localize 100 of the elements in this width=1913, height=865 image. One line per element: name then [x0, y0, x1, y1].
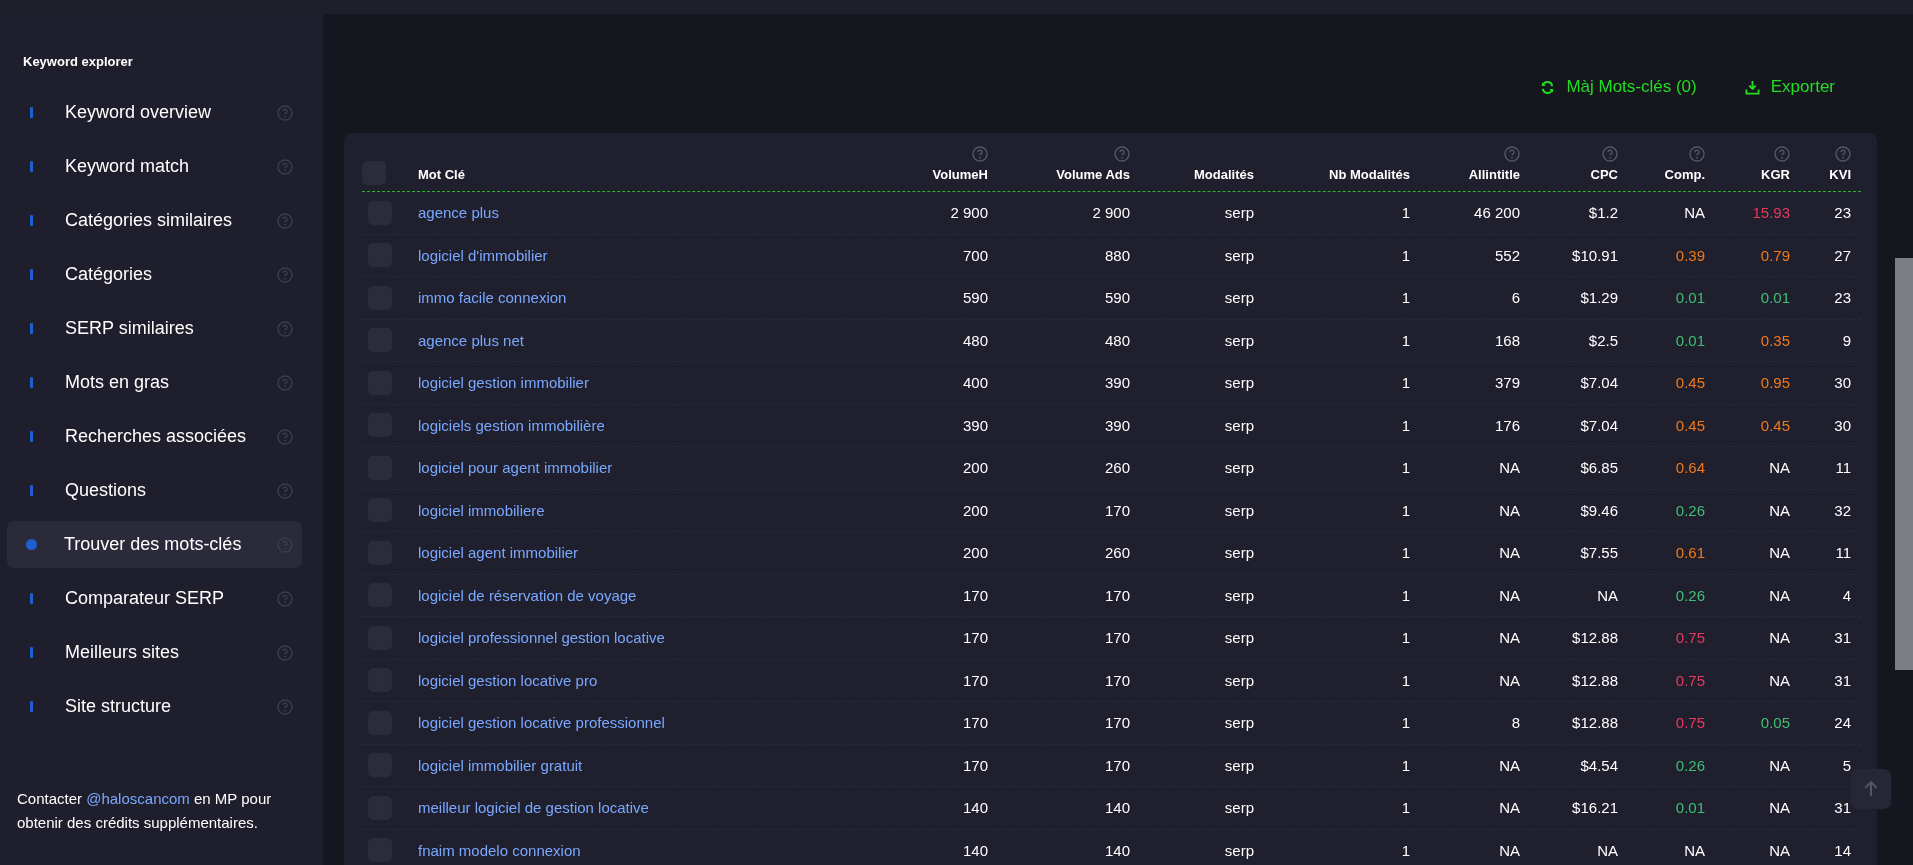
- export-button[interactable]: Exporter: [1744, 75, 1835, 99]
- keyword-link[interactable]: meilleur logiciel de gestion locative: [418, 799, 649, 817]
- comp-value: 0.26: [1675, 501, 1705, 519]
- table-cell: 700: [962, 246, 988, 264]
- sidebar-item[interactable]: Catégories: [7, 251, 302, 298]
- table-cell: 480: [962, 331, 988, 349]
- keyword-link[interactable]: logiciel gestion locative pro: [418, 671, 598, 689]
- help-icon[interactable]: [277, 266, 293, 283]
- table-cell: 9: [1842, 331, 1851, 349]
- table-cell: serp: [1224, 204, 1254, 222]
- table-cell: 8: [1511, 714, 1520, 732]
- comp-value: 0.01: [1675, 799, 1705, 817]
- keyword-link[interactable]: agence plus net: [418, 331, 524, 349]
- table-cell: NA: [1499, 501, 1520, 519]
- column-header[interactable]: Nb Modalités: [1329, 167, 1410, 182]
- table-cell: serp: [1224, 459, 1254, 477]
- keyword-link[interactable]: logiciel professionnel gestion locative: [418, 629, 665, 647]
- table-cell: 590: [962, 289, 988, 307]
- table-cell: serp: [1224, 756, 1254, 774]
- keyword-link[interactable]: logiciel d'immobilier: [418, 246, 548, 264]
- table-cell: 32: [1834, 501, 1851, 519]
- column-header[interactable]: Allintitle: [1468, 167, 1520, 182]
- table-cell: 23: [1834, 204, 1851, 222]
- table-cell: 200: [962, 544, 988, 562]
- help-icon[interactable]: [1689, 146, 1705, 162]
- help-icon[interactable]: [277, 698, 293, 715]
- bar-icon: [30, 269, 33, 280]
- sidebar-item[interactable]: Questions: [7, 467, 302, 514]
- table-cell: $9.46: [1580, 501, 1618, 519]
- table-cell: 170: [1104, 501, 1130, 519]
- help-icon[interactable]: [277, 158, 293, 175]
- keyword-link[interactable]: logiciel pour agent immobilier: [418, 459, 613, 477]
- column-header[interactable]: CPC: [1590, 167, 1618, 182]
- keyword-link[interactable]: logiciel gestion locative professionnel: [418, 714, 665, 732]
- comp-value: 0.26: [1675, 586, 1705, 604]
- column-header[interactable]: VolumeH: [932, 167, 988, 182]
- kgr-value: 0.05: [1760, 714, 1790, 732]
- contact-link[interactable]: @haloscancom: [86, 790, 190, 807]
- table-cell: 260: [1104, 459, 1130, 477]
- table-cell: 4: [1842, 586, 1851, 604]
- sidebar-item[interactable]: SERP similaires: [7, 305, 302, 352]
- kgr-value: 0.45: [1760, 416, 1790, 434]
- kgr-value: NA: [1769, 629, 1790, 647]
- table-cell: serp: [1224, 714, 1254, 732]
- keyword-link[interactable]: logiciel immobilier gratuit: [418, 756, 583, 774]
- table-cell: 1: [1401, 416, 1410, 434]
- help-icon[interactable]: [277, 374, 293, 391]
- keyword-link[interactable]: logiciel de réservation de voyage: [418, 586, 637, 604]
- help-icon[interactable]: [277, 482, 293, 499]
- sidebar-item[interactable]: Comparateur SERP: [7, 575, 302, 622]
- sidebar-item[interactable]: Keyword overview: [7, 89, 302, 136]
- table-cell: 11: [1835, 459, 1851, 477]
- scroll-top-button[interactable]: [1851, 769, 1891, 809]
- table-cell: serp: [1224, 671, 1254, 689]
- keyword-link[interactable]: logiciel gestion immobilier: [418, 374, 589, 392]
- column-header[interactable]: Comp.: [1664, 167, 1705, 182]
- table-cell: NA: [1499, 799, 1520, 817]
- table-cell: 390: [1104, 416, 1130, 434]
- keyword-link[interactable]: logiciels gestion immobilière: [418, 416, 605, 434]
- help-icon[interactable]: [972, 146, 988, 162]
- sidebar-item[interactable]: Catégories similaires: [7, 197, 302, 244]
- help-icon[interactable]: [277, 428, 293, 445]
- help-icon[interactable]: [277, 320, 293, 337]
- table-cell: 1: [1401, 374, 1410, 392]
- table-cell: 260: [1104, 544, 1130, 562]
- help-icon[interactable]: [277, 590, 293, 607]
- keyword-link[interactable]: fnaim modelo connexion: [418, 841, 581, 859]
- help-icon[interactable]: [1504, 146, 1520, 162]
- bar-icon: [30, 485, 33, 496]
- table-cell: 170: [1104, 756, 1130, 774]
- sidebar-item[interactable]: Keyword match: [7, 143, 302, 190]
- help-icon[interactable]: [1114, 146, 1130, 162]
- keyword-link[interactable]: logiciel immobiliere: [418, 501, 545, 519]
- column-header[interactable]: KGR: [1761, 167, 1790, 182]
- table-cell: 1: [1401, 714, 1410, 732]
- column-header[interactable]: KVI: [1829, 167, 1851, 182]
- table-cell: 30: [1834, 374, 1851, 392]
- help-icon[interactable]: [277, 104, 293, 121]
- comp-value: 0.45: [1675, 416, 1705, 434]
- sidebar-item[interactable]: Mots en gras: [7, 359, 302, 406]
- sidebar-item[interactable]: Meilleurs sites: [7, 629, 302, 676]
- sidebar-item[interactable]: Trouver des mots-clés: [7, 521, 302, 568]
- sidebar-item[interactable]: Site structure: [7, 683, 302, 730]
- help-icon[interactable]: [1835, 146, 1851, 162]
- comp-value: 0.75: [1675, 714, 1705, 732]
- keyword-link[interactable]: agence plus: [418, 204, 499, 222]
- help-icon[interactable]: [277, 212, 293, 229]
- table-cell: 1: [1401, 544, 1410, 562]
- help-icon[interactable]: [1602, 146, 1618, 162]
- column-header[interactable]: Mot Clé: [418, 167, 465, 182]
- sidebar-item[interactable]: Recherches associées: [7, 413, 302, 460]
- column-header[interactable]: Volume Ads: [1056, 167, 1130, 182]
- table-cell: 14: [1834, 841, 1851, 859]
- keyword-link[interactable]: immo facile connexion: [418, 289, 567, 307]
- keyword-link[interactable]: logiciel agent immobilier: [418, 544, 579, 562]
- table-cell: $1.2: [1588, 204, 1618, 222]
- help-icon[interactable]: [277, 644, 293, 661]
- refresh-button[interactable]: Màj Mots-clés (0): [1540, 75, 1697, 99]
- help-icon[interactable]: [1774, 146, 1790, 162]
- column-header[interactable]: Modalités: [1194, 167, 1254, 182]
